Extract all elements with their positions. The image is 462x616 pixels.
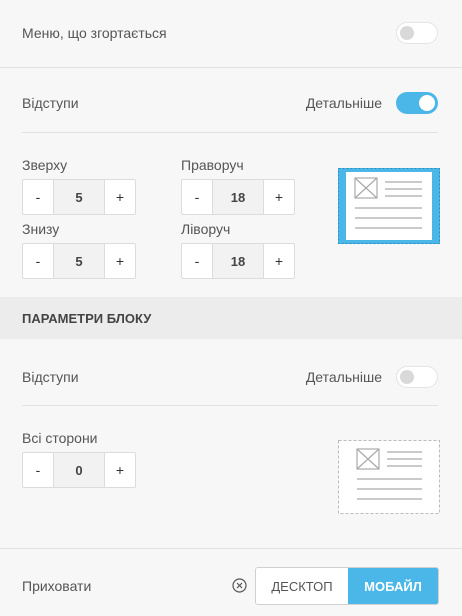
- spacing-right-field: Праворуч - 18 +: [181, 157, 295, 215]
- divider: [0, 67, 462, 68]
- toggle-knob: [400, 370, 414, 384]
- block-spacing-detail-group: Детальніше: [306, 366, 438, 388]
- block-spacing-row: Відступи Детальніше: [22, 366, 438, 388]
- block-spacing-detail-toggle[interactable]: [396, 366, 438, 388]
- footer: Приховати ДЕСКТОП МОБАЙЛ: [0, 548, 462, 616]
- spacing-bottom-label: Знизу: [22, 221, 60, 237]
- decrement-button[interactable]: -: [23, 453, 53, 487]
- spacing-left-field: Ліворуч - 18 +: [181, 221, 295, 279]
- hide-label: Приховати: [22, 578, 92, 594]
- spacing-preview-icon: [338, 168, 440, 247]
- block-spacing-preview-icon: [338, 440, 440, 517]
- block-spacing-detail-label: Детальніше: [305, 369, 382, 385]
- spacing-label: Відступи: [22, 95, 79, 111]
- toggle-knob: [419, 95, 435, 111]
- spacing-bottom-value[interactable]: 5: [53, 244, 105, 278]
- spacing-top-label: Зверху: [22, 157, 68, 173]
- decrement-button[interactable]: -: [182, 180, 212, 214]
- decrement-button[interactable]: -: [23, 244, 53, 278]
- spacing-bottom-stepper: - 5 +: [22, 243, 136, 279]
- spacing-detail-label: Детальніше: [305, 95, 382, 111]
- close-circle-icon[interactable]: [232, 578, 247, 596]
- increment-button[interactable]: +: [264, 180, 294, 214]
- block-spacing-all-stepper: - 0 +: [22, 452, 136, 488]
- mobile-button[interactable]: МОБАЙЛ: [348, 568, 438, 604]
- desktop-button[interactable]: ДЕСКТОП: [256, 568, 348, 604]
- block-spacing-all-field: Всі сторони - 0 +: [22, 430, 136, 488]
- spacing-left-label: Ліворуч: [181, 221, 231, 237]
- spacing-detail-toggle[interactable]: [396, 92, 438, 114]
- spacing-right-label: Праворуч: [181, 157, 244, 173]
- increment-button[interactable]: +: [105, 180, 135, 214]
- divider: [22, 405, 438, 406]
- block-spacing-all-label: Всі сторони: [22, 430, 98, 446]
- block-spacing-label: Відступи: [22, 369, 79, 385]
- increment-button[interactable]: +: [264, 244, 294, 278]
- spacing-bottom-field: Знизу - 5 +: [22, 221, 136, 279]
- spacing-left-stepper: - 18 +: [181, 243, 295, 279]
- block-spacing-all-value[interactable]: 0: [53, 453, 105, 487]
- spacing-right-value[interactable]: 18: [212, 180, 264, 214]
- spacing-right-stepper: - 18 +: [181, 179, 295, 215]
- spacing-detail-group: Детальніше: [306, 92, 438, 114]
- spacing-top-value[interactable]: 5: [53, 180, 105, 214]
- block-params-header: ПАРАМЕТРИ БЛОКУ: [0, 297, 462, 339]
- collapsible-menu-label: Меню, що згортається: [22, 25, 167, 41]
- decrement-button[interactable]: -: [182, 244, 212, 278]
- collapsible-menu-toggle[interactable]: [396, 22, 438, 44]
- increment-button[interactable]: +: [105, 244, 135, 278]
- collapsible-menu-row: Меню, що згортається: [22, 22, 438, 44]
- spacing-top-stepper: - 5 +: [22, 179, 136, 215]
- spacing-top-field: Зверху - 5 +: [22, 157, 136, 215]
- divider: [22, 132, 438, 133]
- spacing-left-value[interactable]: 18: [212, 244, 264, 278]
- toggle-knob: [400, 26, 414, 40]
- decrement-button[interactable]: -: [23, 180, 53, 214]
- increment-button[interactable]: +: [105, 453, 135, 487]
- device-switch: ДЕСКТОП МОБАЙЛ: [255, 567, 439, 605]
- spacing-row: Відступи Детальніше: [22, 92, 438, 114]
